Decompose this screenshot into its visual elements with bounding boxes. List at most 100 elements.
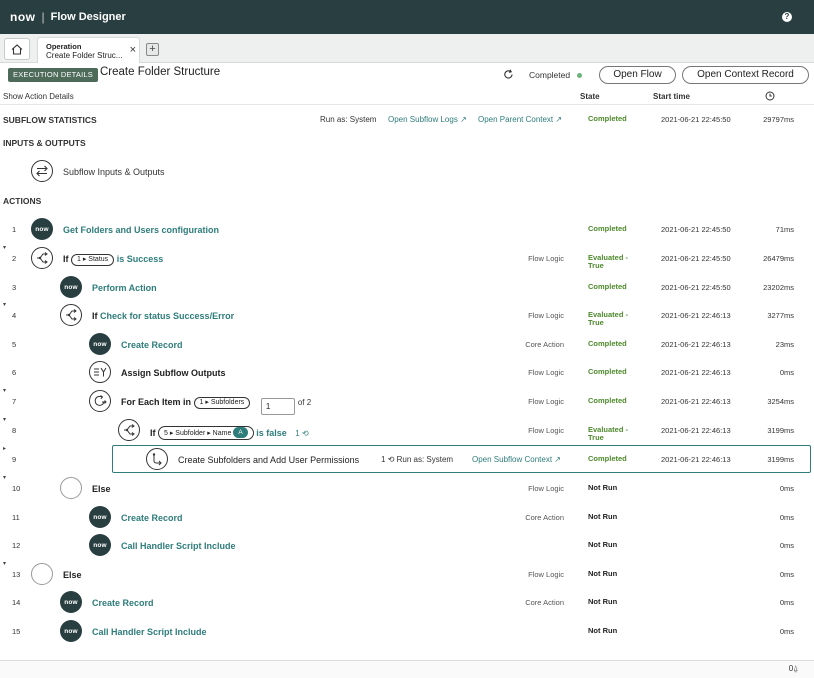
action-row-2[interactable]: ▾ 2 If 1 ▸ Status is Success Flow Logic … — [0, 244, 814, 272]
if-keyword: If — [63, 254, 69, 264]
step-name[interactable]: Create Record — [121, 340, 183, 350]
step-state: Completed — [588, 224, 627, 233]
step-name[interactable]: If 1 ▸ Status is Success — [63, 254, 163, 266]
step-duration: 23ms — [775, 340, 794, 349]
step-state: Not Run — [588, 626, 618, 635]
swap-arrows-icon[interactable] — [31, 160, 53, 182]
action-row-11[interactable]: 11 now Create Record Core Action Not Run… — [0, 503, 814, 531]
action-row-4[interactable]: ▾ 4 If Check for status Success/Error Fl… — [0, 301, 814, 329]
step-number: 5 — [12, 340, 17, 349]
action-row-10[interactable]: ▾ 10 Else Flow Logic Not Run 0ms — [0, 474, 814, 502]
open-context-record-button[interactable]: Open Context Record — [682, 66, 809, 84]
collapse-caret-icon[interactable]: ▸ — [3, 445, 6, 452]
iteration-input[interactable]: 1 — [260, 398, 295, 415]
collapse-caret-icon[interactable]: ▾ — [3, 387, 6, 394]
collapse-caret-icon[interactable]: ▾ — [3, 560, 6, 567]
action-row-12[interactable]: 12 now Call Handler Script Include Not R… — [0, 531, 814, 559]
open-parent-context-link[interactable]: Open Parent Context ↗ — [478, 115, 562, 124]
start-time-column-header: Start time — [653, 92, 690, 101]
app-title: Flow Designer — [50, 11, 126, 23]
step-number: 11 — [12, 513, 20, 522]
show-action-details-toggle[interactable]: Show Action Details — [3, 92, 74, 101]
step-duration: 0ms — [779, 484, 794, 493]
collapse-caret-icon[interactable]: ▾ — [3, 474, 6, 481]
tab-type-label: Operation — [46, 42, 82, 51]
action-row-5[interactable]: 5 now Create Record Core Action Complete… — [0, 330, 814, 358]
action-row-6[interactable]: 6 Assign Subflow Outputs Flow Logic Comp… — [0, 358, 814, 386]
step-state: Completed — [588, 282, 627, 291]
collapse-caret-icon[interactable]: ▾ — [3, 301, 6, 308]
open-flow-button[interactable]: Open Flow — [599, 66, 676, 84]
collapse-caret-icon[interactable]: ▾ — [3, 416, 6, 423]
tab-operation[interactable]: Operation Create Folder Struc... × — [37, 37, 140, 63]
step-name[interactable]: Get Folders and Users configuration — [63, 225, 219, 235]
step-name[interactable]: Else — [63, 570, 82, 580]
action-row-13[interactable]: ▾ 13 Else Flow Logic Not Run 0ms — [0, 560, 814, 588]
page-title: Create Folder Structure — [100, 66, 221, 78]
step-name[interactable]: If Check for status Success/Error — [92, 311, 234, 321]
step-state: Evaluated - True — [588, 425, 629, 442]
step-duration: 0ms — [779, 513, 794, 522]
step-name[interactable]: Assign Subflow Outputs — [121, 368, 226, 378]
step-name[interactable]: Perform Action — [92, 283, 157, 293]
string-type-badge: A — [233, 427, 248, 438]
flow-logic-icon — [31, 247, 53, 269]
step-state: Not Run — [588, 483, 618, 492]
data-pill[interactable]: 1 ▸ Subfolders — [193, 397, 251, 409]
assign-variable-icon — [89, 361, 111, 383]
step-name[interactable]: Create Record — [121, 513, 183, 523]
add-tab-button[interactable]: + — [146, 43, 159, 56]
if-keyword: If — [92, 311, 98, 321]
action-row-8[interactable]: ▾ 8 If 5 ▸ Subfolder ▸ Name A is false 1 … — [0, 416, 814, 444]
external-link-icon: ↗ — [555, 115, 563, 124]
title-separator: | — [41, 10, 45, 24]
action-row-14[interactable]: 14 now Create Record Core Action Not Run… — [0, 588, 814, 616]
action-row-15[interactable]: 15 now Call Handler Script Include Not R… — [0, 617, 814, 645]
inputs-outputs-heading: INPUTS & OUTPUTS — [3, 138, 86, 148]
step-state: Not Run — [588, 597, 618, 606]
step-type: Core Action — [525, 340, 564, 349]
top-nav-bar: now | Flow Designer ? — [0, 0, 814, 34]
step-number: 2 — [12, 254, 17, 263]
subflow-start-time: 2021-06-21 22:45:50 — [661, 115, 731, 124]
action-row-7[interactable]: ▾ 7 For Each Item in 1 ▸ Subfolders 1 of … — [0, 387, 814, 415]
execution-header: EXECUTION DETAILS Create Folder Structur… — [0, 63, 814, 87]
subflow-inputs-outputs-link[interactable]: Subflow Inputs & Outputs — [63, 167, 165, 177]
step-number: 10 — [12, 484, 21, 493]
step-type: Flow Logic — [528, 426, 564, 435]
step-name[interactable]: For Each Item in 1 ▸ Subfolders 1 of 2 — [121, 397, 311, 415]
subflow-state: Completed — [588, 114, 627, 123]
step-type: Flow Logic — [528, 484, 564, 493]
flow-logic-icon — [60, 304, 82, 326]
step-name[interactable]: Call Handler Script Include — [121, 541, 236, 551]
data-pill[interactable]: 5 ▸ Subfolder ▸ Name A — [158, 426, 254, 440]
external-link-icon: ↗ — [460, 115, 467, 124]
close-tab-icon[interactable]: × — [130, 44, 136, 56]
condition-text: is false — [256, 428, 287, 438]
now-action-icon: now — [60, 620, 82, 642]
else-branch-icon — [31, 563, 53, 585]
step-type: Flow Logic — [528, 570, 564, 579]
step-name[interactable]: Create Record — [92, 598, 154, 608]
help-icon[interactable]: ? — [782, 12, 792, 22]
step-number: 14 — [12, 598, 21, 607]
clock-icon — [765, 91, 775, 103]
collapse-caret-icon[interactable]: ▾ — [3, 244, 6, 251]
home-button[interactable] — [4, 38, 30, 60]
refresh-icon[interactable] — [503, 69, 514, 82]
action-row-3[interactable]: 3 now Perform Action Completed 2021-06-2… — [0, 273, 814, 301]
notification-counter[interactable]: 0⍙ — [789, 664, 798, 674]
step-type: Flow Logic — [528, 397, 564, 406]
step-name[interactable]: Else — [92, 484, 111, 494]
step-name[interactable]: Call Handler Script Include — [92, 627, 207, 637]
condition-text: is Success — [116, 254, 164, 264]
open-subflow-logs-link[interactable]: Open Subflow Logs ↗ — [388, 115, 467, 124]
for-each-keyword: For Each Item in — [121, 397, 192, 407]
step-number: 12 — [12, 541, 21, 550]
data-pill[interactable]: 1 ▸ Status — [71, 254, 115, 266]
step-name[interactable]: If 5 ▸ Subfolder ▸ Name A is false 1 ⟲ — [150, 426, 309, 440]
step-state: Completed — [588, 396, 627, 405]
action-row-1[interactable]: 1 now Get Folders and Users configuratio… — [0, 215, 814, 243]
step-duration: 71ms — [775, 225, 794, 234]
status-dot-icon — [577, 73, 582, 78]
